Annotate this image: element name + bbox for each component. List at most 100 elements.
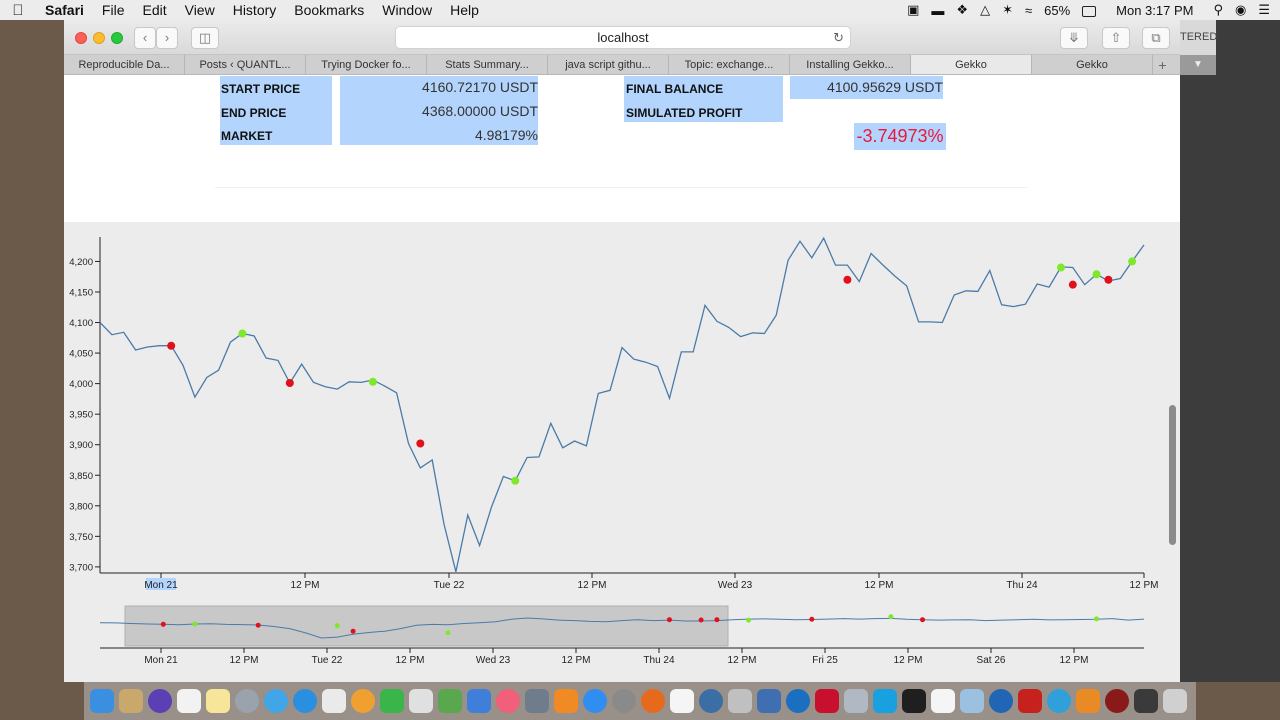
maps-icon[interactable] (119, 689, 143, 713)
back-button[interactable]: ‹ (134, 27, 156, 49)
tab-topic-exchange[interactable]: Topic: exchange... (669, 55, 790, 74)
tab-javascript-github[interactable]: java script githu... (548, 55, 669, 74)
end-price-label: END PRICE (221, 106, 287, 120)
share-button[interactable]: ⇧ (1102, 27, 1130, 49)
cube-icon[interactable] (960, 689, 984, 713)
tab-stats-summary[interactable]: Stats Summary... (427, 55, 548, 74)
address-bar[interactable]: localhost ↻ (395, 26, 851, 49)
keynote-icon[interactable] (467, 689, 491, 713)
x-tick-label: Mon 21 (144, 580, 178, 591)
brush-selection (124, 605, 729, 647)
tab-reproducible[interactable]: Reproducible Da... (64, 55, 185, 74)
reload-icon[interactable]: ↻ (833, 27, 844, 49)
new-tab-button[interactable]: + (1153, 55, 1172, 74)
price-chart[interactable]: 3,700 3,750 3,800 3,850 3,900 3,950 4,000 4,050… (64, 222, 1180, 682)
x-tick-label: 12 PM (291, 580, 320, 591)
overview-x-tick-label: 12 PM (894, 655, 923, 666)
tab-trying-docker[interactable]: Trying Docker fo... (306, 55, 427, 74)
mail-icon[interactable] (525, 689, 549, 713)
itunes-icon[interactable] (496, 689, 520, 713)
menu-history[interactable]: History (224, 0, 286, 20)
downloads-button[interactable]: ⤋ (1060, 27, 1088, 49)
x-tick-label: Wed 23 (718, 580, 753, 591)
firefox-icon[interactable] (641, 689, 665, 713)
r-icon[interactable] (989, 689, 1013, 713)
clock[interactable]: Mon 3:17 PM (1102, 3, 1207, 18)
overview-x-tick-label: 12 PM (728, 655, 757, 666)
dropbox-icon[interactable]: ❖ (950, 2, 974, 18)
y-tick-label: 4,000 (69, 379, 93, 390)
telegram-icon[interactable] (1047, 689, 1071, 713)
tab-gekko-active[interactable]: Gekko (911, 55, 1032, 74)
terminal-icon[interactable] (902, 689, 926, 713)
app-store-icon[interactable] (583, 689, 607, 713)
photos-icon[interactable] (351, 689, 375, 713)
quicktime-icon[interactable] (786, 689, 810, 713)
network-icon[interactable] (699, 689, 723, 713)
tab-gekko[interactable]: Gekko (1032, 55, 1153, 74)
apple-menu-icon[interactable]:  (0, 2, 36, 19)
minimize-window-button[interactable] (93, 32, 105, 44)
calendar-icon[interactable] (177, 689, 201, 713)
facetime-icon[interactable] (380, 689, 404, 713)
app-icon[interactable] (1105, 689, 1129, 713)
textedit-icon[interactable] (322, 689, 346, 713)
scanner-icon[interactable] (844, 689, 868, 713)
chevron-down-icon[interactable]: ▼ (1180, 55, 1216, 75)
battery-icon[interactable] (1076, 3, 1102, 18)
chart-area: 3,700 3,750 3,800 3,850 3,900 3,950 4,000 4,050… (64, 222, 1180, 682)
zoom-window-button[interactable] (111, 32, 123, 44)
bluetooth-icon[interactable]: ✶ (996, 2, 1019, 18)
close-window-button[interactable] (75, 32, 87, 44)
buy-marker (238, 329, 247, 338)
numbers-icon[interactable] (438, 689, 462, 713)
menu-bookmarks[interactable]: Bookmarks (285, 0, 373, 20)
tab-posts-quantl[interactable]: Posts ‹ QUANTL... (185, 55, 306, 74)
buy-marker (1092, 270, 1101, 279)
display-icon[interactable]: ▬ (925, 3, 950, 18)
tabs-overview-button[interactable]: ⧉ (1142, 27, 1170, 49)
acrobat-icon[interactable] (815, 689, 839, 713)
menu-view[interactable]: View (176, 0, 224, 20)
notification-center-icon[interactable]: ☰ (1252, 2, 1280, 18)
safari-icon[interactable] (293, 689, 317, 713)
tab-installing-gekko[interactable]: Installing Gekko... (790, 55, 911, 74)
ibooks-icon[interactable] (554, 689, 578, 713)
virtualbox-icon[interactable] (757, 689, 781, 713)
user-avatar-icon[interactable]: ◉ (1229, 2, 1252, 18)
notes-icon[interactable] (206, 689, 230, 713)
file-icon[interactable] (931, 689, 955, 713)
sublime-icon[interactable] (1076, 689, 1100, 713)
preview-icon[interactable] (409, 689, 433, 713)
simulated-profit-label: SIMULATED PROFIT (626, 106, 743, 120)
skype-icon[interactable] (873, 689, 897, 713)
wifi-icon[interactable]: ≈ (1019, 3, 1038, 18)
share-icon: ⇧ (1110, 30, 1122, 45)
x-tick-label: 12 PM (1130, 580, 1159, 591)
menu-app-name[interactable]: Safari (36, 0, 93, 20)
messages-icon[interactable] (264, 689, 288, 713)
vertical-scrollbar[interactable] (1169, 405, 1176, 545)
screen-recording-icon[interactable]: ▣ (901, 2, 925, 18)
trash-icon[interactable] (1163, 689, 1187, 713)
siri-icon[interactable] (148, 689, 172, 713)
battery-percent[interactable]: 65% (1038, 3, 1076, 18)
launchpad-icon[interactable] (235, 689, 259, 713)
spotlight-search-icon[interactable]: ⚲ (1207, 2, 1229, 18)
menu-edit[interactable]: Edit (133, 0, 175, 20)
menu-window[interactable]: Window (373, 0, 441, 20)
menu-file[interactable]: File (93, 0, 134, 20)
finder-icon[interactable] (90, 689, 114, 713)
overview-sell-marker (714, 617, 720, 623)
sidebar-toggle-button[interactable]: ◫ (191, 27, 219, 49)
url-text: localhost (597, 30, 649, 45)
filezilla-icon[interactable] (1018, 689, 1042, 713)
screen-icon[interactable] (1134, 689, 1158, 713)
system-preferences-icon[interactable] (612, 689, 636, 713)
document-icon[interactable] (670, 689, 694, 713)
forward-button[interactable]: › (156, 27, 178, 49)
end-price-value: 4368.00000 USDT (422, 103, 538, 119)
utilities-icon[interactable] (728, 689, 752, 713)
menu-help[interactable]: Help (441, 0, 488, 20)
airplay-icon[interactable]: △ (974, 2, 996, 18)
